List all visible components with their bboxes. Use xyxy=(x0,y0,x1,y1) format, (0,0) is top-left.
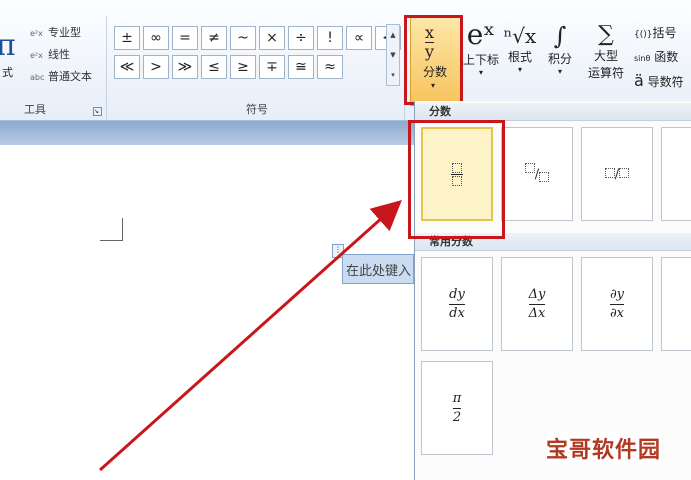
fraction-pi-2-tile[interactable]: π2 xyxy=(421,361,493,455)
linear-button[interactable]: e²x 线性 xyxy=(30,46,70,62)
equation-placeholder[interactable]: 在此处键入 xyxy=(342,254,414,284)
fraction-delta: Δy Δx xyxy=(528,286,546,321)
script-button[interactable]: eˣ 上下标 ▾ xyxy=(460,16,502,77)
normal-text-icon: abc xyxy=(30,73,45,82)
symbol-button[interactable]: ≥ xyxy=(230,55,256,79)
linear-fraction-icon: / xyxy=(604,167,630,182)
symbol-button[interactable]: ~ xyxy=(230,26,256,50)
tools-group-label: 工具 xyxy=(24,103,46,116)
highlight-box-stacked-fraction xyxy=(408,120,505,239)
tools-launcher-icon[interactable]: ↘ xyxy=(93,107,102,116)
skewed-fraction-icon: / xyxy=(524,162,550,182)
integral-dropdown-icon: ▾ xyxy=(557,67,562,76)
symbol-button[interactable]: ± xyxy=(114,26,140,50)
bracket-label: 括号 xyxy=(652,26,677,40)
accent-icon: ä xyxy=(634,71,644,90)
symbol-button[interactable]: × xyxy=(259,26,285,50)
watermark: 宝哥软件园 xyxy=(546,432,662,464)
linear-icon: e²x xyxy=(30,51,43,60)
symbol-button[interactable]: ∓ xyxy=(259,55,285,79)
integral-icon: ∫ xyxy=(553,22,567,50)
accent-button[interactable]: ä 导数符 xyxy=(634,70,691,93)
radical-button[interactable]: ⁿ√x 根式 ▾ xyxy=(500,16,540,74)
integral-label: 积分 xyxy=(547,52,572,66)
symbol-button[interactable]: ≅ xyxy=(288,55,314,79)
script-icon: eˣ xyxy=(466,18,496,51)
symbol-button[interactable]: ≫ xyxy=(172,55,198,79)
integral-button[interactable]: ∫ 积分 ▾ xyxy=(541,16,579,76)
professional-label: 专业型 xyxy=(48,26,81,39)
linear-fraction-tile[interactable]: / xyxy=(581,127,653,221)
symbols-group-label: 符号 xyxy=(246,103,268,116)
symbol-button[interactable]: ≪ xyxy=(114,55,140,79)
script-dropdown-icon: ▾ xyxy=(478,68,483,77)
symbol-grid: ±∞=≠~×÷!∝<≪>≫≤≥∓≅≈ xyxy=(114,26,401,79)
fraction-partial: ∂y ∂x xyxy=(609,286,625,321)
radical-icon: ⁿ√x xyxy=(503,24,537,48)
bracket-icon: {()} xyxy=(634,30,653,40)
symbol-button[interactable]: ∝ xyxy=(346,26,372,50)
symbols-group: ±∞=≠~×÷!∝<≪>≫≤≥∓≅≈ ▲▼▾ 符号 xyxy=(108,16,405,120)
symbol-button[interactable]: ÷ xyxy=(288,26,314,50)
nary-button[interactable]: ∑ 大型 运算符 xyxy=(582,16,630,81)
professional-button[interactable]: e²x 专业型 xyxy=(30,24,81,40)
sum-icon: ∑ xyxy=(598,22,614,47)
symbol-scroll[interactable]: ▲ ▼ ▾ xyxy=(386,24,400,86)
nary-label-line2: 运算符 xyxy=(587,66,624,80)
function-label: 函数 xyxy=(654,50,679,64)
symbol-button[interactable]: = xyxy=(172,26,198,50)
linear-label: 线性 xyxy=(48,48,70,61)
radical-label: 根式 xyxy=(507,50,532,64)
skewed-fraction-tile[interactable]: / xyxy=(501,127,573,221)
highlight-box-fraction-button xyxy=(404,15,463,105)
normal-text-button[interactable]: abc 普通文本 xyxy=(30,68,92,84)
fraction-dy-dx-tile[interactable]: dy dx xyxy=(421,257,493,351)
professional-icon: e²x xyxy=(30,29,43,38)
fraction-extra-tile[interactable] xyxy=(661,257,691,351)
symbol-button[interactable]: ∞ xyxy=(143,26,169,50)
symbol-button[interactable]: ≈ xyxy=(317,55,343,79)
small-fraction-tile[interactable] xyxy=(661,127,691,221)
equation-label[interactable]: 式 xyxy=(2,64,13,80)
fraction-delta-tile[interactable]: Δy Δx xyxy=(501,257,573,351)
fraction-partial-tile[interactable]: ∂y ∂x xyxy=(581,257,653,351)
fraction-pi-2: π2 xyxy=(452,390,462,425)
margin-marker xyxy=(100,218,123,241)
accent-label: 导数符 xyxy=(647,75,684,89)
symbol-button[interactable]: ! xyxy=(317,26,343,50)
symbol-button[interactable]: ≠ xyxy=(201,26,227,50)
nary-label-line1: 大型 xyxy=(593,49,618,63)
gallery-section-fraction: 分数 xyxy=(415,103,691,121)
function-icon: sinθ xyxy=(634,54,651,63)
radical-dropdown-icon: ▾ xyxy=(517,65,522,74)
symbol-button[interactable]: > xyxy=(143,55,169,79)
tools-group: π 式 e²x 专业型 e²x 线性 abc 普通文本 工具 ↘ xyxy=(0,16,107,120)
bracket-button[interactable]: {()}括号 xyxy=(634,22,691,46)
function-button[interactable]: sinθ 函数 xyxy=(634,46,691,70)
symbol-button[interactable]: ≤ xyxy=(201,55,227,79)
fraction-dy-dx: dy dx xyxy=(449,286,465,321)
normal-text-label: 普通文本 xyxy=(48,70,92,83)
script-label: 上下标 xyxy=(462,53,499,67)
small-structures: {()}括号 sinθ 函数 ä 导数符 xyxy=(634,22,691,93)
document-background xyxy=(0,121,414,145)
document-page[interactable] xyxy=(0,145,414,480)
equation-icon[interactable]: π xyxy=(0,28,16,63)
